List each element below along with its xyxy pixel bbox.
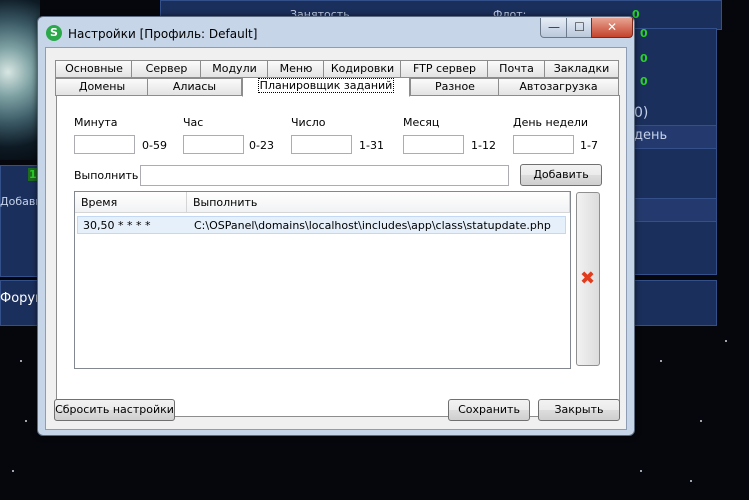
month-range: 1-12 [471,139,496,152]
column-header-time[interactable]: Время [75,192,187,213]
tab-mail[interactable]: Почта [487,60,546,78]
hour-label: Час [183,116,204,129]
settings-window: S Настройки [Профиль: Default] — ☐ ✕ Осн… [37,16,635,436]
minimize-button[interactable]: — [540,18,568,38]
planet-image [0,0,40,160]
scheduler-page: Минута 0-59 Час 0-23 Число 1-31 Месяц 1-… [56,95,620,417]
save-button[interactable]: Сохранить [448,399,530,421]
red-x-icon: ✖ [580,268,596,289]
tab-autostart[interactable]: Автозагрузка [498,78,619,96]
maximize-button[interactable]: ☐ [566,18,593,38]
hour-input[interactable] [183,135,244,154]
tab-encodings[interactable]: Кодировки [323,60,402,78]
reset-settings-button[interactable]: Сбросить настройки [54,399,175,421]
window-title: Настройки [Профиль: Default] [68,27,258,41]
weekday-label: День недели [513,116,589,129]
delete-task-button[interactable]: ✖ [576,192,600,366]
bg-day-label: день [634,128,668,143]
bg-right-panel [633,28,717,275]
execute-input[interactable] [140,165,509,186]
execute-label: Выполнить [74,169,139,182]
tab-task-scheduler[interactable]: Планировщик заданий [242,77,410,97]
tab-bookmarks[interactable]: Закладки [544,60,619,78]
table-row[interactable]: 30,50 * * * * C:\OSPanel\domains\localho… [77,216,566,234]
tab-ftp-server[interactable]: FTP сервер [400,60,489,78]
weekday-range: 1-7 [580,139,598,152]
tab-aliases[interactable]: Алиасы [147,78,242,96]
month-label: Месяц [403,116,440,129]
tab-osnovnye[interactable]: Основные [55,60,133,78]
task-list[interactable]: Время Выполнить 30,50 * * * * C:\OSPanel… [74,191,571,369]
minute-input[interactable] [74,135,135,154]
app-s-icon: S [46,25,62,41]
weekday-input[interactable] [513,135,574,154]
tab-modules[interactable]: Модули [200,60,269,78]
tab-server[interactable]: Сервер [131,60,202,78]
close-button[interactable]: Закрыть [538,399,620,421]
column-header-command[interactable]: Выполнить [187,192,570,213]
task-time-cell: 30,50 * * * * [83,219,151,232]
dialog-client: Основные Сервер Модули Меню Кодировки FT… [45,47,627,430]
bg-counter: 0 [640,75,648,88]
add-task-button[interactable]: Добавить [520,164,602,186]
title-bar[interactable]: S Настройки [Профиль: Default] — ☐ ✕ [38,17,634,49]
bg-counter: 0 [640,27,648,40]
month-input[interactable] [403,135,464,154]
day-of-month-input[interactable] [291,135,352,154]
hour-range: 0-23 [249,139,274,152]
tab-misc[interactable]: Разное [410,78,500,96]
bg-counter: 0 [640,52,648,65]
bg-paren-label: 0) [634,105,649,121]
close-window-button[interactable]: ✕ [591,18,633,38]
day-of-month-label: Число [291,116,326,129]
day-of-month-range: 1-31 [359,139,384,152]
task-command-cell: C:\OSPanel\domains\localhost\includes\ap… [194,219,551,232]
bg-left-panel [0,165,40,277]
tab-menu[interactable]: Меню [267,60,325,78]
tab-domains[interactable]: Домены [55,78,149,96]
minute-label: Минута [74,116,118,129]
minute-range: 0-59 [142,139,167,152]
